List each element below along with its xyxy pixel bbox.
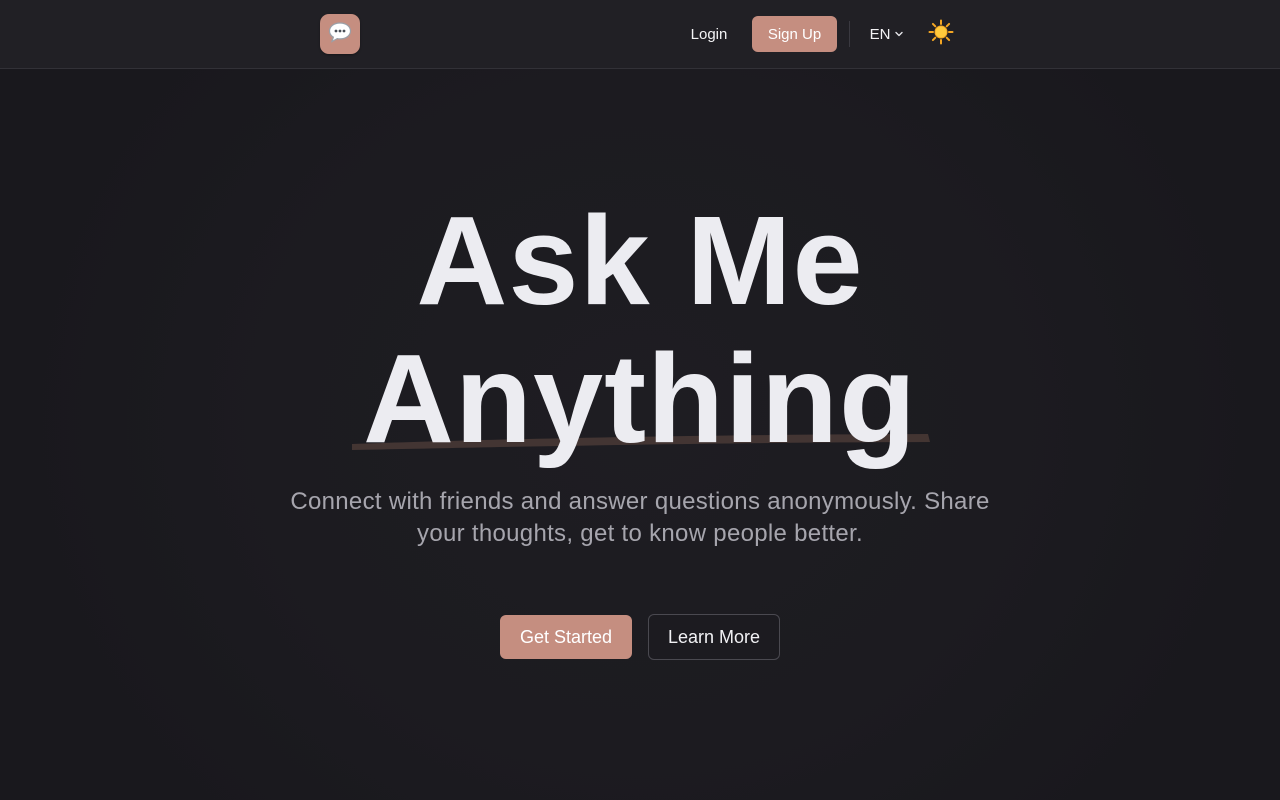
chevron-down-icon xyxy=(894,26,904,43)
landing-page: Login Sign Up EN Ask Me Anything Connect… xyxy=(0,0,1280,800)
theme-toggle-button[interactable] xyxy=(924,17,958,51)
login-link[interactable]: Login xyxy=(680,16,738,52)
signup-button[interactable]: Sign Up xyxy=(752,16,837,52)
hero-title-line-1: Ask Me xyxy=(416,190,864,331)
nav-divider xyxy=(849,21,850,47)
language-label: EN xyxy=(869,25,891,43)
hero-subtitle: Connect with friends and answer question… xyxy=(290,488,990,547)
top-nav: Login Sign Up EN xyxy=(0,0,1280,69)
hero-title-line-2: Anything xyxy=(363,328,917,469)
get-started-button[interactable]: Get Started xyxy=(500,615,632,659)
sun-icon xyxy=(928,19,954,50)
app-logo[interactable] xyxy=(320,14,360,54)
learn-more-button[interactable]: Learn More xyxy=(648,614,780,660)
language-selector[interactable]: EN xyxy=(862,16,912,52)
speech-bubble-icon xyxy=(327,20,353,49)
